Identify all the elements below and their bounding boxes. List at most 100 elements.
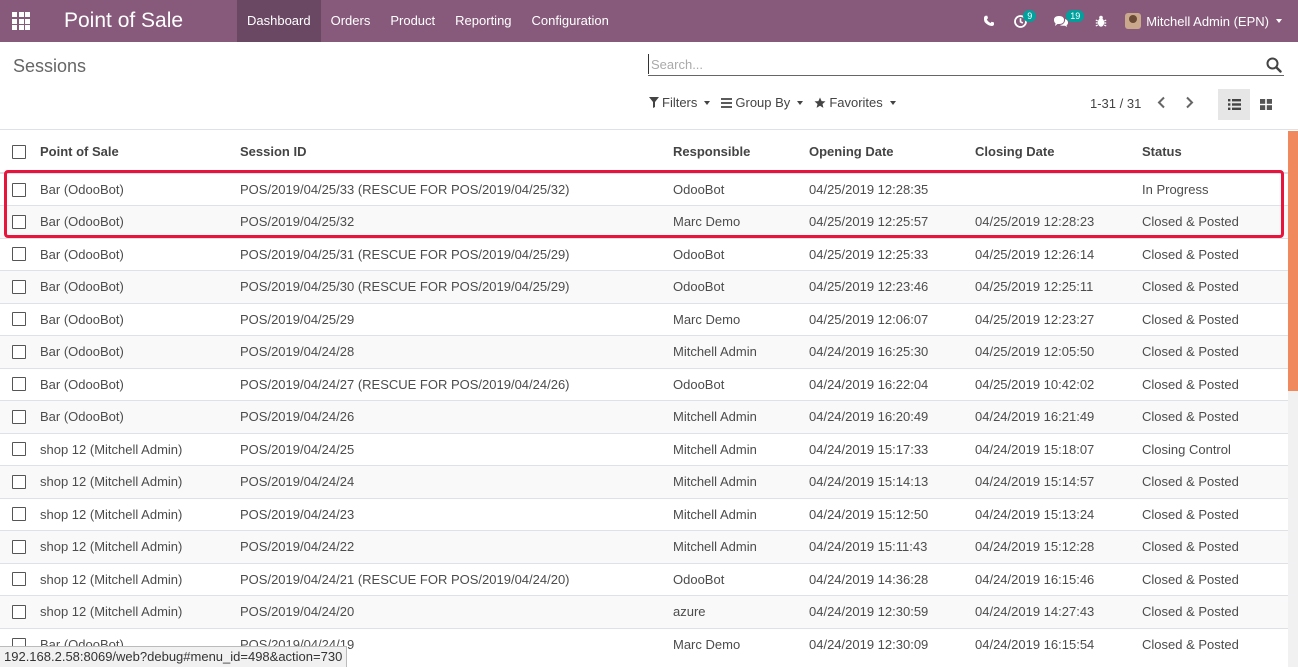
cell-responsible: Mitchell Admin bbox=[673, 497, 809, 531]
cell-closing-date: 04/24/2019 14:27:43 bbox=[975, 595, 1142, 628]
scrollbar-thumb[interactable] bbox=[1288, 131, 1298, 391]
cell-session-id: POS/2019/04/25/29 bbox=[240, 302, 673, 336]
scrollbar[interactable] bbox=[1288, 131, 1298, 667]
table-row[interactable]: shop 12 (Mitchell Admin) POS/2019/04/24/2… bbox=[0, 432, 1288, 466]
search-input[interactable] bbox=[648, 54, 1248, 74]
row-select-cell bbox=[0, 562, 40, 596]
pager-value[interactable]: 1-31 / 31 bbox=[1090, 96, 1141, 111]
chevron-right-icon bbox=[1185, 96, 1193, 108]
cell-responsible: OdooBot bbox=[673, 367, 809, 401]
column-status[interactable]: Status bbox=[1142, 131, 1288, 174]
row-checkbox[interactable] bbox=[12, 572, 26, 587]
table-row[interactable]: Bar (OdooBot) POS/2019/04/25/29 Marc Demo 0… bbox=[0, 302, 1288, 336]
cell-status: In Progress bbox=[1142, 172, 1288, 206]
table-row[interactable]: shop 12 (Mitchell Admin) POS/2019/04/24/2… bbox=[0, 465, 1288, 498]
list-view-button[interactable] bbox=[1218, 89, 1250, 120]
cell-closing-date: 04/25/2019 12:05:50 bbox=[975, 335, 1142, 368]
row-checkbox[interactable] bbox=[12, 214, 26, 229]
filters-button[interactable]: Filters bbox=[649, 95, 711, 110]
cell-opening-date: 04/24/2019 16:22:04 bbox=[809, 367, 975, 401]
row-checkbox[interactable] bbox=[12, 409, 26, 424]
cell-opening-date: 04/25/2019 12:23:46 bbox=[809, 270, 975, 303]
messages-button[interactable]: 19 bbox=[1045, 0, 1091, 42]
activity-button[interactable]: 9 bbox=[1003, 0, 1045, 42]
menu-product[interactable]: Product bbox=[380, 0, 445, 42]
cell-closing-date: 04/25/2019 10:42:02 bbox=[975, 367, 1142, 401]
control-panel: Sessions Filters Group By Favorites 1-31… bbox=[0, 42, 1298, 130]
table-row[interactable]: Bar (OdooBot) POS/2019/04/24/26 Mitchell A… bbox=[0, 400, 1288, 433]
cell-closing-date: 04/25/2019 12:23:27 bbox=[975, 302, 1142, 336]
table-row[interactable]: Bar (OdooBot) POS/2019/04/24/28 Mitchell A… bbox=[0, 335, 1288, 368]
table-row[interactable]: shop 12 (Mitchell Admin) POS/2019/04/24/2… bbox=[0, 595, 1288, 628]
menu-configuration[interactable]: Configuration bbox=[522, 0, 619, 42]
pager-next-button[interactable] bbox=[1182, 93, 1196, 111]
cell-session-id: POS/2019/04/24/26 bbox=[240, 400, 673, 433]
column-responsible[interactable]: Responsible bbox=[673, 131, 809, 174]
menu-reporting[interactable]: Reporting bbox=[445, 0, 521, 42]
cell-responsible: Mitchell Admin bbox=[673, 465, 809, 498]
cell-opening-date: 04/25/2019 12:25:33 bbox=[809, 237, 975, 271]
cell-opening-date: 04/25/2019 12:06:07 bbox=[809, 302, 975, 336]
cell-session-id: POS/2019/04/25/30 (RESCUE FOR POS/2019/0… bbox=[240, 270, 673, 303]
systray: 9 19 Mitchell Admin (EPN) bbox=[975, 0, 1298, 42]
row-checkbox[interactable] bbox=[12, 539, 26, 554]
cell-responsible: OdooBot bbox=[673, 172, 809, 206]
apps-menu-button[interactable] bbox=[0, 0, 42, 42]
cell-closing-date: 04/25/2019 12:25:11 bbox=[975, 270, 1142, 303]
column-point-of-sale[interactable]: Point of Sale bbox=[40, 131, 240, 174]
search-icon[interactable] bbox=[1266, 57, 1282, 73]
chevron-left-icon bbox=[1157, 96, 1165, 108]
row-checkbox[interactable] bbox=[12, 182, 26, 197]
column-opening-date[interactable]: Opening Date bbox=[809, 131, 975, 174]
table-row[interactable]: Bar (OdooBot) POS/2019/04/25/33 (RESCUE F… bbox=[0, 172, 1288, 206]
menu-dashboard[interactable]: Dashboard bbox=[237, 0, 321, 42]
table-row[interactable]: Bar (OdooBot) POS/2019/04/25/32 Marc Demo 0… bbox=[0, 205, 1288, 238]
status-bar-url: 192.168.2.58:8069/web?debug#menu_id=498&… bbox=[0, 646, 348, 667]
select-all-checkbox[interactable] bbox=[12, 144, 26, 159]
breadcrumb: Sessions bbox=[13, 56, 87, 76]
pager-previous-button[interactable] bbox=[1154, 93, 1168, 111]
cell-closing-date: 04/24/2019 15:12:28 bbox=[975, 530, 1142, 563]
cell-responsible: OdooBot bbox=[673, 562, 809, 596]
apps-grid-icon bbox=[12, 12, 30, 30]
table-row[interactable]: shop 12 (Mitchell Admin) POS/2019/04/24/2… bbox=[0, 562, 1288, 596]
cell-point-of-sale: shop 12 (Mitchell Admin) bbox=[40, 465, 240, 498]
cell-status: Closed & Posted bbox=[1142, 367, 1288, 401]
user-menu[interactable]: Mitchell Admin (EPN) bbox=[1125, 0, 1282, 42]
table-row[interactable]: shop 12 (Mitchell Admin) POS/2019/04/24/2… bbox=[0, 530, 1288, 563]
table-row[interactable]: Bar (OdooBot) POS/2019/04/25/31 (RESCUE F… bbox=[0, 237, 1288, 271]
groupby-button[interactable]: Group By bbox=[721, 95, 804, 110]
column-session-id[interactable]: Session ID bbox=[240, 131, 673, 174]
cell-responsible: Marc Demo bbox=[673, 627, 809, 661]
row-select-cell bbox=[0, 367, 40, 401]
row-checkbox[interactable] bbox=[12, 312, 26, 327]
row-select-cell bbox=[0, 497, 40, 531]
row-checkbox[interactable] bbox=[12, 604, 26, 619]
cell-session-id: POS/2019/04/24/24 bbox=[240, 465, 673, 498]
app-title: Point of Sale bbox=[64, 9, 184, 32]
cell-session-id: POS/2019/04/25/31 (RESCUE FOR POS/2019/0… bbox=[240, 237, 673, 271]
row-checkbox[interactable] bbox=[12, 344, 26, 359]
kanban-view-button[interactable] bbox=[1250, 89, 1282, 120]
row-checkbox[interactable] bbox=[12, 247, 26, 262]
row-checkbox[interactable] bbox=[12, 507, 26, 522]
row-checkbox[interactable] bbox=[12, 377, 26, 392]
table-row[interactable]: Bar (OdooBot) POS/2019/04/24/27 (RESCUE F… bbox=[0, 367, 1288, 401]
debug-button[interactable] bbox=[1091, 0, 1111, 42]
menu-orders[interactable]: Orders bbox=[321, 0, 381, 42]
grid-icon bbox=[1260, 99, 1272, 110]
column-closing-date[interactable]: Closing Date bbox=[975, 131, 1142, 174]
cell-closing-date: 04/24/2019 15:18:07 bbox=[975, 432, 1142, 466]
row-checkbox[interactable] bbox=[12, 474, 26, 489]
row-checkbox[interactable] bbox=[12, 279, 26, 294]
chevron-down-icon bbox=[797, 100, 804, 105]
cell-status: Closed & Posted bbox=[1142, 562, 1288, 596]
favorites-button[interactable]: Favorites bbox=[814, 95, 896, 110]
user-name: Mitchell Admin (EPN) bbox=[1146, 13, 1269, 29]
row-select-cell bbox=[0, 335, 40, 368]
table-row[interactable]: Bar (OdooBot) POS/2019/04/25/30 (RESCUE F… bbox=[0, 270, 1288, 303]
phone-button[interactable] bbox=[975, 0, 1003, 42]
table-row[interactable]: shop 12 (Mitchell Admin) POS/2019/04/24/2… bbox=[0, 497, 1288, 531]
row-checkbox[interactable] bbox=[12, 442, 26, 457]
cell-opening-date: 04/25/2019 12:28:35 bbox=[809, 172, 975, 206]
